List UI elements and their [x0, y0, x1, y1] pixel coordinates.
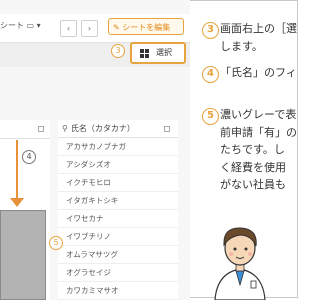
- list-item[interactable]: イタガキトシキ: [58, 192, 178, 210]
- office-worker-illustration: [214, 227, 266, 300]
- step-marker-3: 3: [111, 44, 125, 58]
- list-item[interactable]: イワセカナ: [58, 210, 178, 228]
- list-item[interactable]: オムラマサツグ: [58, 246, 178, 264]
- list-item[interactable]: アシダシズオ: [58, 156, 178, 174]
- text-line: 濃いグレーで表: [220, 108, 297, 121]
- text-line: く経費を使用: [220, 160, 286, 174]
- sheet-tab[interactable]: シート ▭ ▾: [0, 20, 41, 31]
- search-icon: ⚲: [62, 124, 68, 133]
- text-line: します。: [220, 39, 263, 53]
- down-arrow-icon: [16, 140, 18, 202]
- step-number-3: 3: [202, 22, 219, 39]
- prev-button[interactable]: ‹: [60, 20, 77, 37]
- text-line: 前申請「有」の: [220, 125, 297, 139]
- list-item[interactable]: イワブチリノ: [58, 228, 178, 246]
- list-item[interactable]: オグラセイジ: [58, 264, 178, 282]
- toolbar-nav: ‹ ›: [60, 20, 98, 37]
- step-number-4: 4: [202, 66, 219, 83]
- edit-sheet-label: シートを編集: [122, 23, 171, 32]
- name-column-header[interactable]: ⚲ 氏名（カタカナ）: [58, 120, 178, 138]
- app-screenshot: シート ▭ ▾ ‹ › ✎ シートを編集 選択 3 4 ⚲ 氏名（カタカナ） アカ…: [0, 0, 190, 300]
- select-label: 選択: [156, 48, 172, 57]
- highlighted-rows-block: [0, 210, 46, 300]
- filter-checkbox-icon[interactable]: [164, 126, 170, 132]
- text-line: がない社員も: [220, 178, 286, 191]
- arrow-head-icon: [10, 198, 24, 207]
- list-item[interactable]: イクチモヒロ: [58, 174, 178, 192]
- text-line: たちです。し: [220, 143, 285, 156]
- text-line: 画面右上の［選: [220, 22, 297, 35]
- step-marker-5: 5: [49, 236, 63, 250]
- text-line: 「氏名」のフィ: [220, 66, 297, 79]
- step-5-text: 濃いグレーで表 前申請「有」の たちです。し く経費を使用 がない社員も: [220, 106, 300, 194]
- select-button[interactable]: 選択: [130, 42, 186, 64]
- edit-sheet-button[interactable]: ✎ シートを編集: [108, 18, 184, 35]
- name-list: アカサカノブナガ アシダシズオ イクチモヒロ イタガキトシキ イワセカナ イワブ…: [58, 138, 178, 300]
- toolbar: シート ▭ ▾ ‹ › ✎ シートを編集: [0, 14, 190, 43]
- step-marker-4: 4: [22, 150, 36, 164]
- filter-checkbox-icon[interactable]: [38, 126, 44, 132]
- step-number-5: 5: [202, 108, 219, 125]
- list-item[interactable]: アカサカノブナガ: [58, 138, 178, 156]
- step-3-text: 画面右上の［選 します。: [220, 20, 300, 55]
- list-item[interactable]: カワカミマサオ: [58, 282, 178, 300]
- name-header-label: 氏名（カタカナ）: [70, 124, 135, 133]
- step-4-text: 「氏名」のフィ: [220, 64, 300, 82]
- next-button[interactable]: ›: [81, 20, 98, 37]
- grid-icon: [140, 49, 149, 58]
